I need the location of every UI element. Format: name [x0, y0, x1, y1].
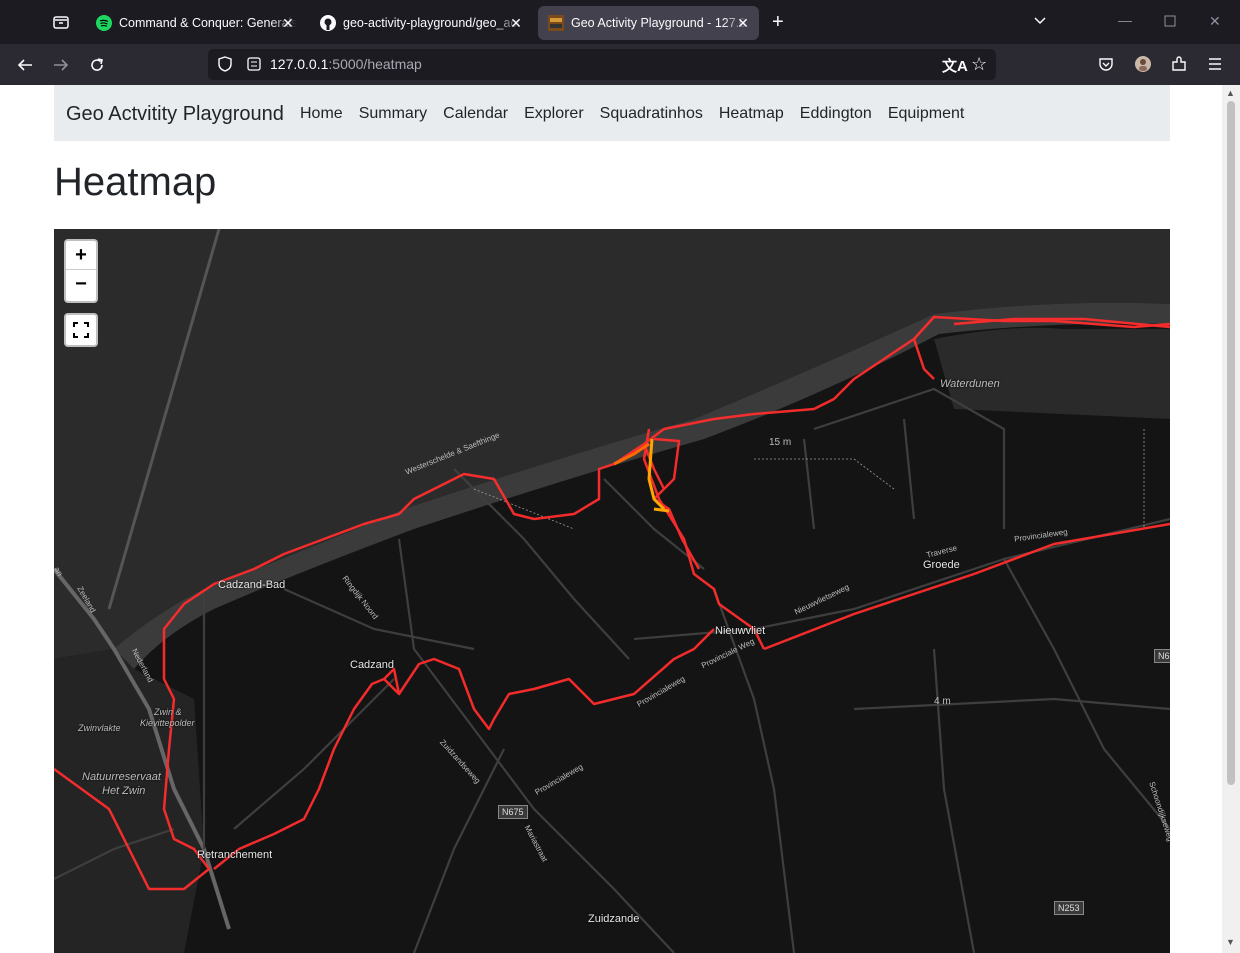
maximize-icon[interactable] [1164, 14, 1176, 32]
road-label: 15 m [769, 437, 792, 448]
zoom-out-button[interactable]: − [66, 270, 96, 298]
extensions-icon[interactable] [1170, 55, 1188, 78]
url-bar[interactable]: 127.0.0.1:5000/heatmap 文A ☆ [208, 49, 996, 80]
nav-link-summary[interactable]: Summary [359, 105, 427, 123]
page-scrollbar[interactable]: ▲ ▼ [1222, 85, 1240, 953]
new-tab-icon[interactable]: + [772, 11, 784, 34]
fullscreen-button[interactable] [64, 313, 98, 347]
forward-icon[interactable] [52, 56, 70, 79]
place-label: Waterdunen [940, 378, 1000, 390]
spotify-icon [96, 15, 112, 31]
page-title: Heatmap [54, 160, 217, 204]
close-window-icon[interactable]: ✕ [1209, 13, 1221, 30]
scroll-down-icon[interactable]: ▼ [1226, 937, 1235, 947]
place-label: Het Zwin [102, 785, 146, 797]
place-label: Natuurreservaat [82, 771, 161, 783]
url-path: :5000/heatmap [328, 56, 422, 72]
nav-link-home[interactable]: Home [300, 105, 343, 123]
tab-list-icon[interactable] [52, 13, 70, 31]
heatmap-map[interactable]: Cadzand-Bad Cadzand Nieuwvliet Groede Re… [54, 229, 1170, 953]
tab-title: Geo Activity Playground - 127.0.0.1 [571, 16, 749, 30]
place-label: Nieuwvliet [715, 625, 766, 637]
tab-title: geo-activity-playground/geo_activity [343, 16, 521, 30]
nav-link-explorer[interactable]: Explorer [524, 105, 584, 123]
minimize-icon[interactable]: — [1118, 12, 1132, 28]
scroll-up-icon[interactable]: ▲ [1226, 88, 1235, 98]
place-label: Kievittepolder [140, 718, 195, 728]
road-shield: N253 [1054, 901, 1084, 915]
nav-links: Home Summary Calendar Explorer Squadrati… [300, 105, 980, 123]
shield-icon[interactable] [216, 55, 234, 78]
pocket-icon[interactable] [1098, 56, 1114, 77]
fullscreen-icon [73, 322, 89, 338]
map-tiles [54, 229, 1170, 953]
chevron-down-icon[interactable] [1032, 12, 1048, 33]
reload-icon[interactable] [88, 56, 106, 79]
url-text[interactable]: 127.0.0.1:5000/heatmap [270, 56, 422, 72]
nav-link-heatmap[interactable]: Heatmap [719, 105, 784, 123]
page-content: Geo Actvitity Playground Home Summary Ca… [0, 85, 1222, 953]
browser-tab-bar: Command & Conquer: Generals ✕ geo-activi… [0, 0, 1240, 44]
account-avatar-icon[interactable] [1134, 55, 1152, 78]
place-label: Cadzand-Bad [218, 579, 286, 591]
nav-link-eddington[interactable]: Eddington [800, 105, 872, 123]
place-label: Zuidzande [588, 913, 640, 925]
url-host: 127.0.0.1 [270, 56, 329, 72]
close-icon[interactable]: ✕ [735, 15, 751, 31]
bookmark-star-icon[interactable]: ☆ [971, 54, 987, 75]
place-label: Cadzand [350, 659, 395, 671]
place-label: Zwin & [154, 707, 182, 717]
road-label: 4 m [934, 696, 951, 707]
zoom-in-button[interactable]: + [66, 241, 96, 270]
scrollbar-thumb[interactable] [1227, 101, 1235, 785]
geo-favicon-icon [548, 15, 564, 31]
place-label: Groede [923, 559, 960, 571]
close-icon[interactable]: ✕ [280, 15, 296, 31]
translate-icon[interactable]: 文A [942, 55, 968, 76]
place-label: Zwinvlakte [78, 723, 121, 733]
nav-link-calendar[interactable]: Calendar [443, 105, 508, 123]
site-navbar: Geo Actvitity Playground Home Summary Ca… [54, 85, 1170, 141]
back-icon[interactable] [16, 56, 34, 79]
road-shield: N6 [1154, 649, 1170, 663]
tab-geo-activity[interactable]: Geo Activity Playground - 127.0.0.1 ✕ [538, 6, 759, 40]
zoom-control: + − [64, 239, 98, 303]
nav-link-equipment[interactable]: Equipment [888, 105, 965, 123]
close-icon[interactable]: ✕ [508, 15, 524, 31]
road-shield: N675 [498, 805, 528, 819]
site-brand[interactable]: Geo Actvitity Playground [66, 103, 284, 126]
tab-title: Command & Conquer: Generals [119, 16, 297, 30]
page-info-icon[interactable] [246, 56, 262, 77]
menu-icon[interactable] [1207, 56, 1223, 77]
place-label: Retranchement [197, 849, 273, 861]
tab-github[interactable]: geo-activity-playground/geo_activity ✕ [310, 6, 532, 40]
tab-spotify[interactable]: Command & Conquer: Generals ✕ [86, 6, 304, 40]
nav-link-squadratinhos[interactable]: Squadratinhos [600, 105, 703, 123]
github-icon [320, 15, 336, 31]
